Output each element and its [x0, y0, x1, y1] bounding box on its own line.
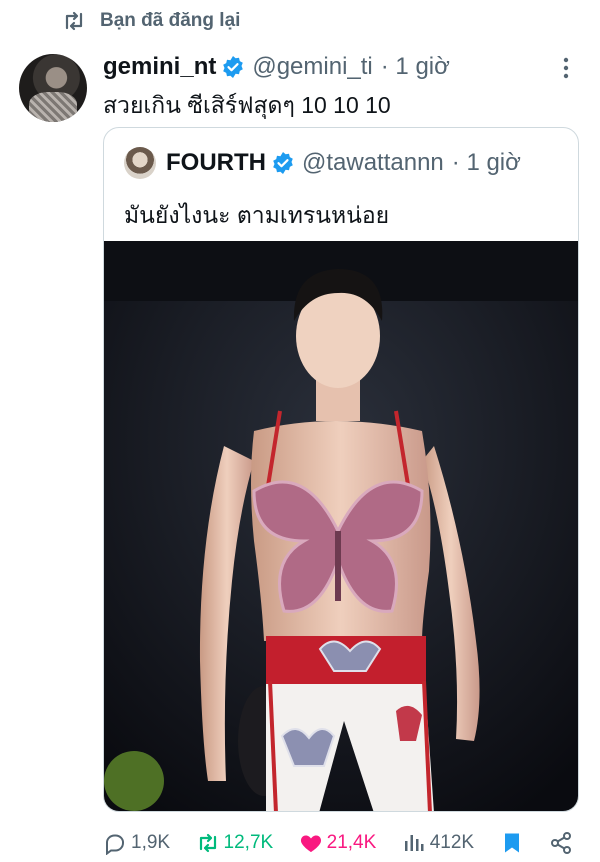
repost-label: Bạn đã đăng lại	[100, 10, 241, 31]
tweet-header: gemini_nt @gemini_ti · 1 giờ	[103, 50, 450, 84]
reply-button[interactable]: 1,9K	[103, 831, 170, 855]
bookmark-button[interactable]	[500, 831, 524, 855]
repost-icon	[199, 833, 216, 853]
repost-banner: Bạn đã đăng lại	[62, 9, 240, 33]
verified-badge-icon	[223, 56, 244, 78]
author-handle[interactable]: @gemini_ti	[252, 53, 372, 81]
repost-count: 12,7K	[223, 832, 274, 853]
tweet-action-bar: 1,9K 12,7K 21,4K 412K	[103, 828, 573, 858]
repost-icon	[65, 11, 83, 31]
views-chart-icon	[404, 835, 424, 851]
verified-badge-icon	[273, 152, 293, 174]
author-avatar[interactable]	[19, 54, 87, 122]
views-count: 412K	[429, 832, 475, 853]
like-count: 21,4K	[326, 832, 377, 853]
quoted-tweet-header: FOURTH @tawattannn · 1 giờ	[124, 146, 521, 180]
quoted-tweet-time[interactable]: · 1 giờ	[452, 149, 521, 177]
share-icon	[550, 832, 571, 854]
quoted-tweet-text: มันยังไงนะ ตามเทรนหน่อย	[124, 202, 390, 228]
quoted-tweet-photo[interactable]	[104, 241, 579, 812]
repost-button[interactable]: 12,7K	[196, 831, 274, 855]
reply-count: 1,9K	[131, 832, 171, 853]
views-button[interactable]: 412K	[402, 831, 474, 855]
share-button[interactable]	[549, 831, 573, 855]
heart-icon	[300, 835, 321, 852]
reply-icon	[106, 834, 124, 855]
bookmark-icon	[504, 833, 519, 853]
tweet-text: สวยเกิน ซีเสิร์ฟสุดๆ 10 10 10	[103, 92, 391, 118]
author-name[interactable]: gemini_nt	[103, 53, 216, 81]
like-button[interactable]: 21,4K	[299, 831, 377, 855]
more-options-icon[interactable]	[556, 56, 576, 80]
quoted-author-avatar[interactable]	[124, 147, 156, 179]
quoted-author-handle[interactable]: @tawattannn	[302, 149, 444, 177]
tweet-time[interactable]: · 1 giờ	[381, 53, 450, 81]
quoted-author-name[interactable]: FOURTH	[166, 149, 266, 177]
quoted-tweet-card[interactable]: FOURTH @tawattannn · 1 giờ มันยังไงนะ ตา…	[103, 127, 579, 812]
